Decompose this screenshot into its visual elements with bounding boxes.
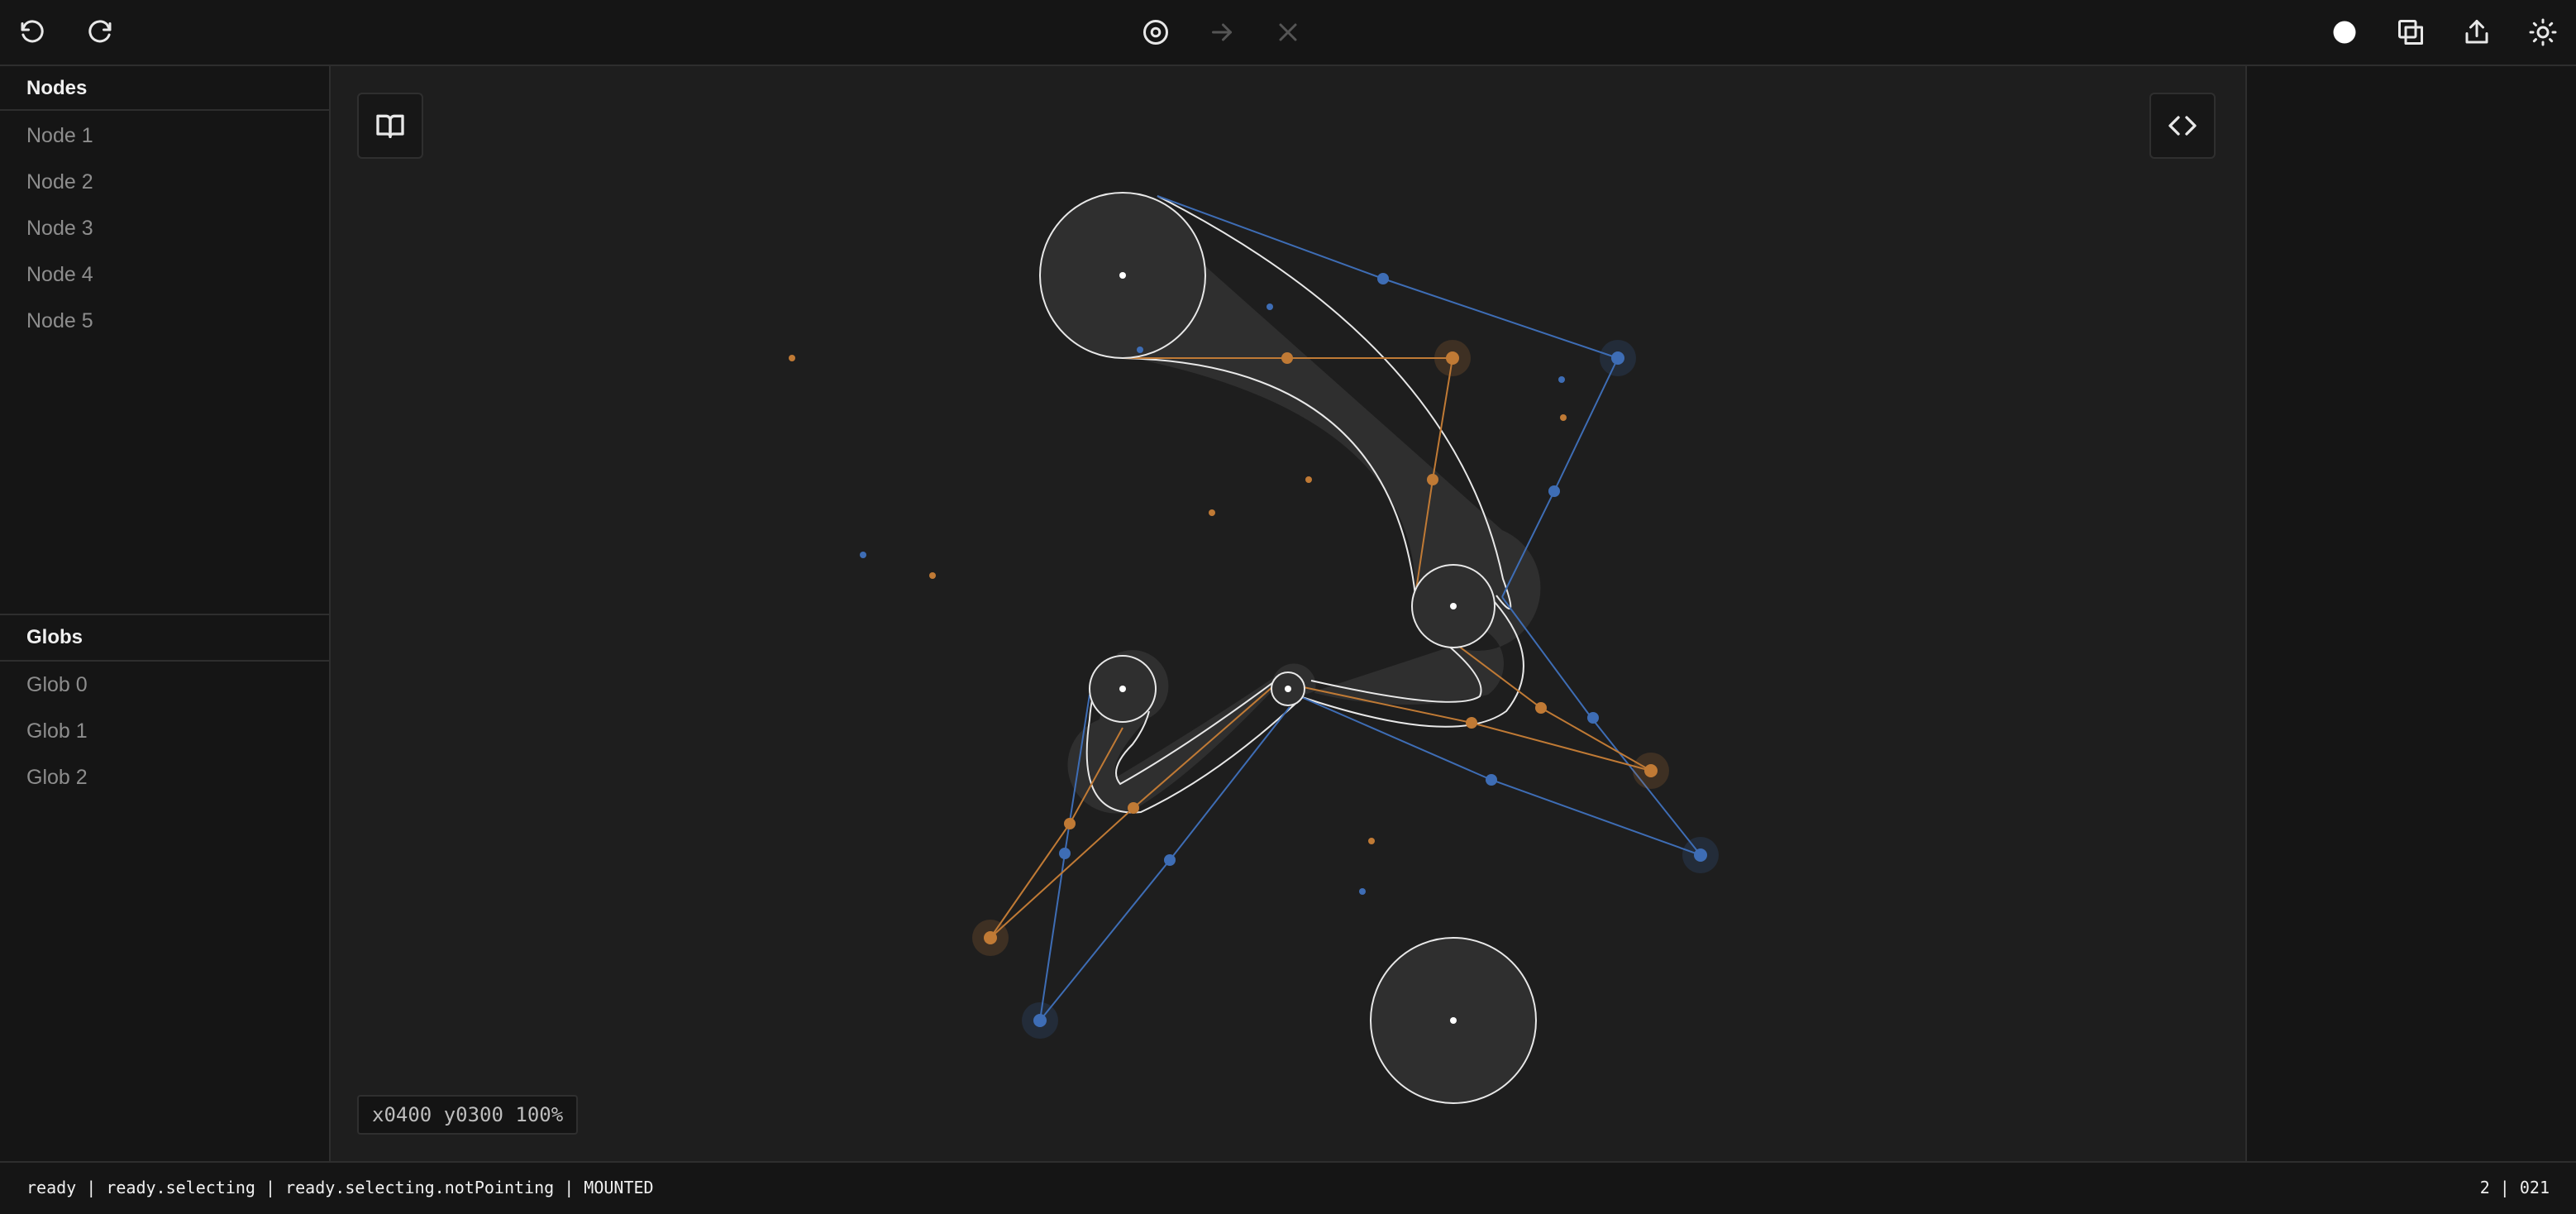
copy-icon bbox=[2398, 20, 2423, 45]
filled-circle-icon bbox=[2333, 21, 2356, 44]
drawing-canvas[interactable]: x0400 y0300 100% bbox=[331, 66, 2245, 1161]
target-icon bbox=[1143, 20, 1168, 45]
sidebar: Nodes Node 1 Node 2 Node 3 Node 4 Node 5… bbox=[0, 66, 331, 1161]
orange-handles bbox=[990, 357, 1652, 939]
nodes-section-title: Nodes bbox=[0, 66, 329, 111]
sun-icon bbox=[2529, 18, 2557, 46]
glob-list-item[interactable]: Glob 0 bbox=[0, 662, 329, 708]
cancel-button[interactable] bbox=[1267, 12, 1309, 53]
code-button[interactable] bbox=[2149, 93, 2216, 159]
fill-toggle-button[interactable] bbox=[2324, 12, 2365, 53]
redo-button[interactable] bbox=[79, 12, 121, 53]
copy-button[interactable] bbox=[2390, 12, 2431, 53]
code-icon bbox=[2168, 116, 2197, 136]
node-list-item[interactable]: Node 4 bbox=[0, 251, 329, 298]
node-list-item[interactable]: Node 2 bbox=[0, 159, 329, 205]
theme-toggle-button[interactable] bbox=[2522, 12, 2564, 53]
zoom-to-fit-button[interactable] bbox=[1135, 12, 1176, 53]
glob-list-item[interactable]: Glob 2 bbox=[0, 754, 329, 801]
node-list-item[interactable]: Node 1 bbox=[0, 112, 329, 159]
scene bbox=[789, 192, 1719, 1104]
glob-list-item[interactable]: Glob 1 bbox=[0, 708, 329, 754]
state-path: ready | ready.selecting | ready.selectin… bbox=[26, 1178, 654, 1197]
globs-section-title: Globs bbox=[0, 614, 329, 662]
book-icon bbox=[376, 114, 404, 138]
share-icon bbox=[2465, 20, 2488, 44]
redo-icon bbox=[88, 20, 112, 43]
orange-control-points[interactable] bbox=[789, 340, 1669, 956]
selection-count: 2 | 021 bbox=[2479, 1178, 2550, 1197]
inspector-panel bbox=[2245, 66, 2576, 1161]
undo-button[interactable] bbox=[12, 12, 53, 53]
node-list-item[interactable]: Node 3 bbox=[0, 205, 329, 251]
cursor-coordinates: x0400 y0300 100% bbox=[357, 1095, 579, 1135]
docs-button[interactable] bbox=[357, 93, 423, 159]
node-list-item[interactable]: Node 5 bbox=[0, 298, 329, 344]
undo-icon bbox=[21, 20, 44, 43]
forward-button[interactable] bbox=[1201, 12, 1243, 53]
top-toolbar bbox=[0, 0, 2576, 66]
app-window: Nodes Node 1 Node 2 Node 3 Node 4 Node 5… bbox=[0, 0, 2576, 1214]
share-button[interactable] bbox=[2456, 12, 2497, 53]
status-bar: ready | ready.selecting | ready.selectin… bbox=[0, 1161, 2576, 1214]
arrow-right-icon bbox=[1212, 23, 1232, 41]
close-icon bbox=[1279, 23, 1297, 41]
